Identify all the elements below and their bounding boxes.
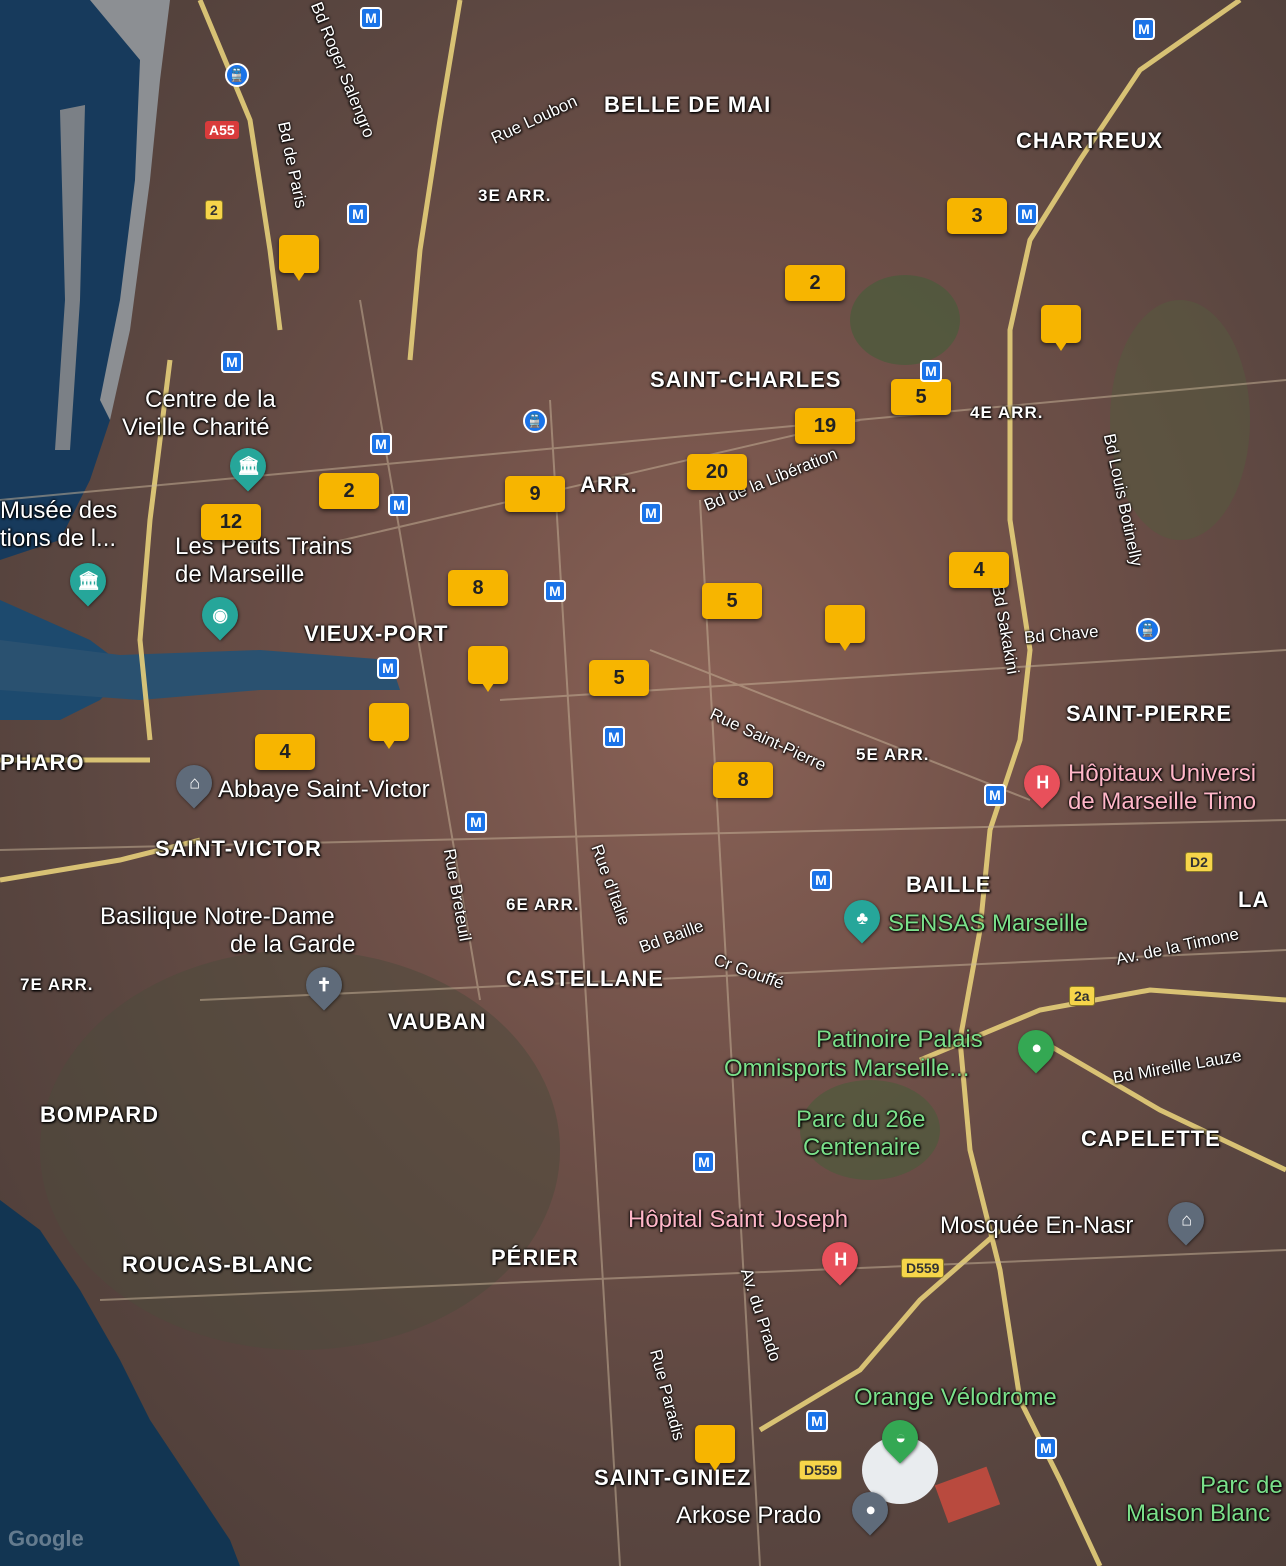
road-shield: A55 — [205, 121, 239, 139]
district-label: BOMPARD — [40, 1102, 160, 1127]
cluster-marker[interactable]: 8 — [448, 570, 508, 606]
cluster-marker[interactable]: 8 — [713, 762, 773, 798]
poi-label[interactable]: Maison Blanc — [1126, 1500, 1270, 1528]
district-label: VAUBAN — [388, 1009, 487, 1034]
cluster-marker[interactable]: 5 — [589, 660, 649, 696]
place-marker[interactable] — [1041, 305, 1081, 351]
district-label: CHARTREUX — [1016, 128, 1164, 153]
place-marker[interactable] — [369, 703, 409, 749]
arrondissement-label: 5E ARR. — [856, 745, 930, 764]
metro-icon[interactable]: M — [377, 657, 399, 679]
place-marker[interactable] — [468, 646, 508, 692]
arrondissement-label: 4E ARR. — [970, 403, 1044, 422]
arrondissement-label: 3E ARR. — [478, 186, 552, 205]
metro-icon[interactable]: M — [360, 7, 382, 29]
cluster-marker[interactable]: 4 — [949, 552, 1009, 588]
place-marker[interactable] — [279, 235, 319, 281]
road-shield: 2a — [1069, 986, 1095, 1006]
cluster-marker[interactable]: 2 — [319, 473, 379, 509]
poi-label[interactable]: Musée des — [0, 497, 117, 525]
metro-icon[interactable]: M — [465, 811, 487, 833]
poi-label[interactable]: Omnisports Marseille... — [724, 1055, 969, 1083]
satellite-map[interactable]: BELLE DE MAI CHARTREUX SAINT-CHARLES VIE… — [0, 0, 1286, 1566]
road-shield: D559 — [799, 1460, 843, 1480]
metro-icon[interactable]: M — [1133, 18, 1155, 40]
google-watermark: Google — [8, 1526, 84, 1551]
poi-label[interactable]: Arkose Prado — [676, 1502, 821, 1530]
metro-icon[interactable]: M — [1016, 203, 1038, 225]
poi-label[interactable]: Patinoire Palais — [816, 1026, 983, 1054]
metro-icon[interactable]: M — [984, 784, 1006, 806]
metro-icon[interactable]: M — [603, 726, 625, 748]
cluster-marker[interactable]: 20 — [687, 454, 747, 490]
poi-label[interactable]: Vieille Charité — [122, 414, 270, 442]
arrondissement-label: 6E ARR. — [506, 895, 580, 914]
poi-label[interactable]: de Marseille — [175, 561, 304, 589]
poi-label[interactable]: de la Garde — [230, 931, 355, 959]
poi-label[interactable]: Parc du 26e — [796, 1106, 925, 1134]
district-label: PHARO — [0, 750, 85, 775]
metro-icon[interactable]: M — [388, 494, 410, 516]
poi-label[interactable]: Abbaye Saint-Victor — [218, 776, 430, 804]
district-label: ROUCAS-BLANC — [122, 1252, 314, 1277]
metro-icon[interactable]: M — [806, 1410, 828, 1432]
road-shield: D559 — [901, 1258, 945, 1278]
arrondissement-label: ARR. — [580, 472, 638, 497]
train-icon[interactable]: 🚆 — [523, 409, 547, 433]
metro-icon[interactable]: M — [693, 1151, 715, 1173]
cluster-marker[interactable]: 19 — [795, 408, 855, 444]
district-label: SAINT-GINIEZ — [594, 1465, 752, 1490]
district-label: LA — [1238, 887, 1270, 912]
metro-icon[interactable]: M — [810, 869, 832, 891]
poi-label[interactable]: tions de l... — [0, 525, 116, 553]
poi-label[interactable]: Orange Vélodrome — [854, 1384, 1057, 1412]
poi-label[interactable]: Basilique Notre-Dame — [100, 903, 335, 931]
metro-icon[interactable]: M — [370, 433, 392, 455]
poi-label[interactable]: Centenaire — [803, 1134, 920, 1162]
metro-icon[interactable]: M — [221, 351, 243, 373]
road-shield: D2 — [1185, 852, 1213, 872]
metro-icon[interactable]: M — [920, 360, 942, 382]
poi-label[interactable]: Parc de — [1200, 1472, 1283, 1500]
district-label: PÉRIER — [491, 1245, 579, 1270]
poi-label[interactable]: SENSAS Marseille — [888, 910, 1088, 938]
poi-label[interactable]: de Marseille Timo — [1068, 788, 1256, 816]
district-label: SAINT-VICTOR — [155, 836, 322, 861]
district-label: CASTELLANE — [506, 966, 664, 991]
place-marker[interactable] — [695, 1425, 735, 1471]
metro-icon[interactable]: M — [544, 580, 566, 602]
road-shield: 2 — [205, 200, 223, 220]
train-icon[interactable]: 🚆 — [1136, 618, 1160, 642]
poi-label[interactable]: Hôpital Saint Joseph — [628, 1206, 848, 1234]
cluster-marker[interactable]: 5 — [891, 379, 951, 415]
place-marker[interactable] — [825, 605, 865, 651]
cluster-marker[interactable]: 2 — [785, 265, 845, 301]
cluster-marker[interactable]: 12 — [201, 504, 261, 540]
arrondissement-label: 7E ARR. — [20, 975, 94, 994]
district-label: VIEUX-PORT — [304, 621, 449, 646]
metro-icon[interactable]: M — [640, 502, 662, 524]
train-icon[interactable]: 🚆 — [225, 63, 249, 87]
district-label: CAPELETTE — [1081, 1126, 1221, 1151]
poi-label[interactable]: Hôpitaux Universi — [1068, 760, 1256, 788]
metro-icon[interactable]: M — [347, 203, 369, 225]
cluster-marker[interactable]: 9 — [505, 476, 565, 512]
metro-icon[interactable]: M — [1035, 1437, 1057, 1459]
district-label: BAILLE — [906, 872, 992, 897]
cluster-marker[interactable]: 3 — [947, 198, 1007, 234]
poi-label[interactable]: Mosquée En-Nasr — [940, 1212, 1133, 1240]
district-label: BELLE DE MAI — [604, 92, 772, 117]
cluster-marker[interactable]: 5 — [702, 583, 762, 619]
cluster-marker[interactable]: 4 — [255, 734, 315, 770]
district-label: SAINT-PIERRE — [1066, 701, 1233, 726]
district-label: SAINT-CHARLES — [650, 367, 842, 392]
poi-label[interactable]: Centre de la — [145, 386, 276, 414]
